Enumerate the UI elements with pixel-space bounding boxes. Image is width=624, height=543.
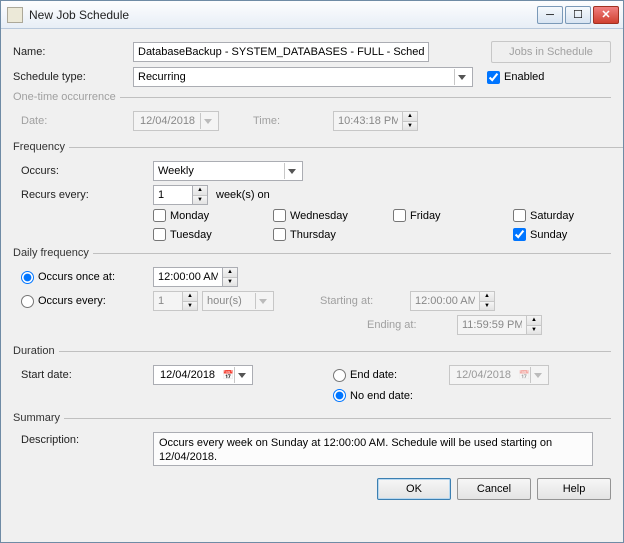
name-label: Name: xyxy=(13,46,133,58)
one-time-time-value xyxy=(333,111,403,131)
help-button[interactable]: Help xyxy=(537,478,611,500)
starting-at-spin: ▲▼ xyxy=(410,291,495,311)
schedule-type-label: Schedule type: xyxy=(13,71,133,83)
one-time-time-label: Time: xyxy=(253,115,333,127)
one-time-date-label: Date: xyxy=(21,115,133,127)
enabled-checkbox[interactable]: Enabled xyxy=(487,71,544,84)
occurs-label: Occurs: xyxy=(21,165,153,177)
recurs-unit: week(s) on xyxy=(216,189,270,201)
occurs-every-unit-combo: hour(s) xyxy=(202,291,274,311)
window-controls: ─ ☐ ✕ xyxy=(537,6,619,24)
frequency-group: Frequency Occurs: Weekly Recurs every: ▲… xyxy=(13,141,623,243)
chevron-down-icon xyxy=(234,367,248,383)
chevron-down-icon xyxy=(530,367,544,383)
occurs-every-radio[interactable]: Occurs every: xyxy=(21,295,153,308)
recurs-value-spin[interactable]: ▲▼ xyxy=(153,185,208,205)
app-icon xyxy=(7,7,23,23)
name-row: Name: Jobs in Schedule xyxy=(13,41,611,63)
spin-buttons: ▲▼ xyxy=(183,291,198,311)
enabled-label: Enabled xyxy=(504,71,544,83)
ok-button[interactable]: OK xyxy=(377,478,451,500)
schedule-type-combo[interactable]: Recurring xyxy=(133,67,473,87)
spin-buttons: ▲▼ xyxy=(527,315,542,335)
occurs-once-spin[interactable]: ▲▼ xyxy=(153,267,238,287)
spin-buttons[interactable]: ▲▼ xyxy=(223,267,238,287)
close-button[interactable]: ✕ xyxy=(593,6,619,24)
starting-at-label: Starting at: xyxy=(320,295,410,307)
summary-group: Summary Description: Occurs every week o… xyxy=(13,412,611,472)
jobs-in-schedule-button: Jobs in Schedule xyxy=(491,41,611,63)
friday-checkbox[interactable]: Friday xyxy=(393,209,513,222)
daily-frequency-group: Daily frequency Occurs once at: ▲▼ Occur… xyxy=(13,247,611,341)
one-time-time-spin: ▲▼ xyxy=(333,111,418,131)
recurs-label: Recurs every: xyxy=(21,189,153,201)
start-date-label: Start date: xyxy=(21,369,153,381)
day-grid: Monday Wednesday Friday Saturday Tuesday… xyxy=(153,209,623,241)
end-date-picker: 12/04/2018 📅 xyxy=(449,365,549,385)
one-time-date-picker: 12/04/2018 xyxy=(133,111,219,131)
start-date-picker[interactable]: 12/04/2018 📅 xyxy=(153,365,253,385)
occurs-once-radio[interactable]: Occurs once at: xyxy=(21,271,153,284)
summary-legend: Summary xyxy=(13,412,64,424)
title-bar: New Job Schedule ─ ☐ ✕ xyxy=(1,1,623,29)
schedule-type-row: Schedule type: Recurring Enabled xyxy=(13,67,611,87)
occurs-value: Weekly xyxy=(158,165,194,177)
sunday-checkbox[interactable]: Sunday xyxy=(513,228,623,241)
chevron-down-icon xyxy=(255,293,269,309)
name-input[interactable] xyxy=(133,42,429,62)
cancel-button[interactable]: Cancel xyxy=(457,478,531,500)
one-time-group: One-time occurrence Date: 12/04/2018 Tim… xyxy=(13,91,611,137)
description-label: Description: xyxy=(21,432,153,446)
ending-at-spin: ▲▼ xyxy=(457,315,542,335)
duration-group: Duration Start date: 12/04/2018 📅 End da… xyxy=(13,345,611,408)
content-area: Name: Jobs in Schedule Schedule type: Re… xyxy=(1,29,623,542)
occurs-every-spin: ▲▼ xyxy=(153,291,198,311)
spin-buttons[interactable]: ▲▼ xyxy=(193,185,208,205)
enabled-check-input[interactable] xyxy=(487,71,500,84)
no-end-date-radio[interactable]: No end date: xyxy=(333,389,413,402)
one-time-date-value: 12/04/2018 xyxy=(138,115,200,127)
chevron-down-icon xyxy=(200,113,214,129)
daily-frequency-legend: Daily frequency xyxy=(13,247,93,259)
occurs-every-value xyxy=(153,291,183,311)
thursday-checkbox[interactable]: Thursday xyxy=(273,228,393,241)
spin-buttons: ▲▼ xyxy=(403,111,418,131)
duration-legend: Duration xyxy=(13,345,59,357)
saturday-checkbox[interactable]: Saturday xyxy=(513,209,623,222)
tuesday-checkbox[interactable]: Tuesday xyxy=(153,228,273,241)
occurs-combo[interactable]: Weekly xyxy=(153,161,303,181)
description-text[interactable]: Occurs every week on Sunday at 12:00:00 … xyxy=(153,432,593,466)
monday-checkbox[interactable]: Monday xyxy=(153,209,273,222)
ending-at-value xyxy=(457,315,527,335)
window-title: New Job Schedule xyxy=(29,8,537,22)
recurs-value-input[interactable] xyxy=(153,185,193,205)
dialog-footer: OK Cancel Help xyxy=(13,474,611,500)
frequency-legend: Frequency xyxy=(13,141,69,153)
chevron-down-icon xyxy=(284,163,298,179)
end-date-radio[interactable]: End date: xyxy=(333,369,449,382)
starting-at-value xyxy=(410,291,480,311)
wednesday-checkbox[interactable]: Wednesday xyxy=(273,209,393,222)
minimize-button[interactable]: ─ xyxy=(537,6,563,24)
spin-buttons: ▲▼ xyxy=(480,291,495,311)
chevron-down-icon xyxy=(454,69,468,85)
schedule-type-value: Recurring xyxy=(138,71,186,83)
maximize-button[interactable]: ☐ xyxy=(565,6,591,24)
dialog-window: New Job Schedule ─ ☐ ✕ Name: Jobs in Sch… xyxy=(0,0,624,543)
one-time-legend: One-time occurrence xyxy=(13,91,120,103)
ending-at-label: Ending at: xyxy=(367,319,457,331)
occurs-once-value[interactable] xyxy=(153,267,223,287)
